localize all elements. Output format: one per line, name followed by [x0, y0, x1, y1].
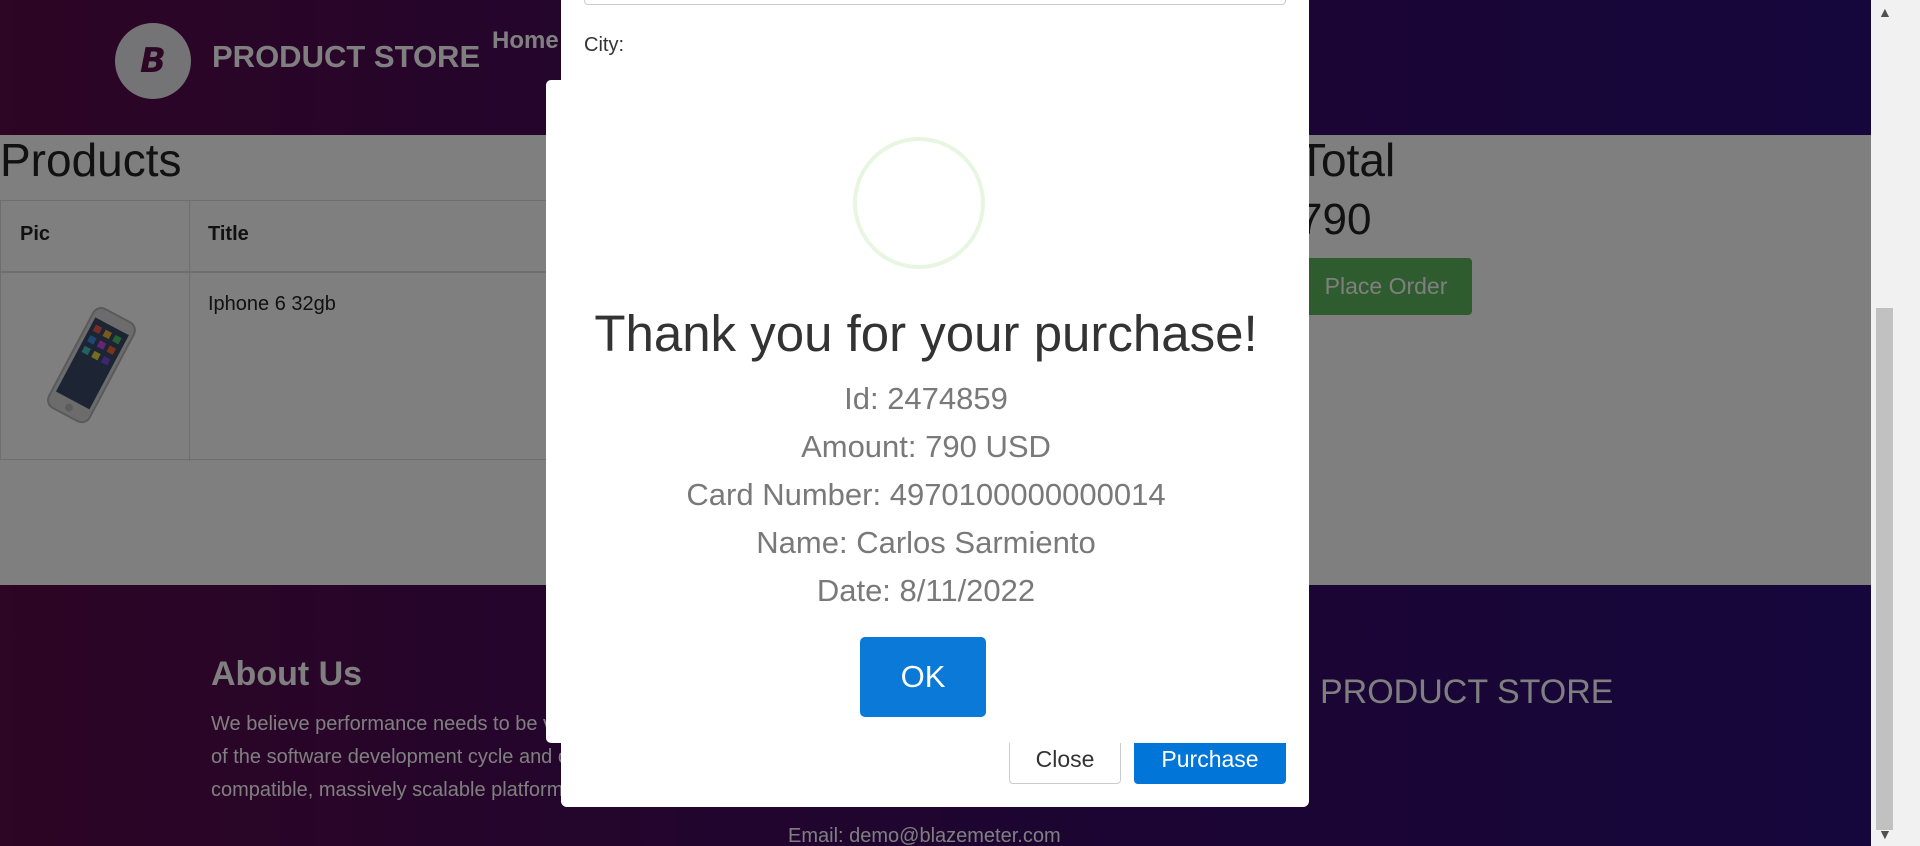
page: B PRODUCT STORE Home Products Pic Title …: [0, 0, 1871, 846]
card-field-edge[interactable]: [584, 0, 1286, 5]
scroll-down-arrow-icon[interactable]: ▼: [1878, 826, 1892, 842]
ok-button[interactable]: OK: [860, 637, 986, 717]
order-amount: Amount: 790 USD: [801, 429, 1051, 464]
confirmation-details: Id: 2474859 Amount: 790 USD Card Number:…: [546, 375, 1306, 615]
order-name: Name: Carlos Sarmiento: [756, 525, 1096, 560]
order-card-number: Card Number: 4970100000000014: [686, 477, 1166, 512]
city-label: City:: [584, 34, 624, 56]
purchase-confirmation-dialog: Thank you for your purchase! Id: 2474859…: [546, 80, 1306, 743]
confirmation-title: Thank you for your purchase!: [594, 305, 1258, 362]
scrollbar-thumb[interactable]: [1876, 308, 1893, 830]
success-check-icon: [853, 137, 985, 269]
scroll-up-arrow-icon[interactable]: ▲: [1878, 4, 1892, 20]
order-date: Date: 8/11/2022: [816, 573, 1036, 608]
order-id: Id: 2474859: [844, 381, 1008, 416]
